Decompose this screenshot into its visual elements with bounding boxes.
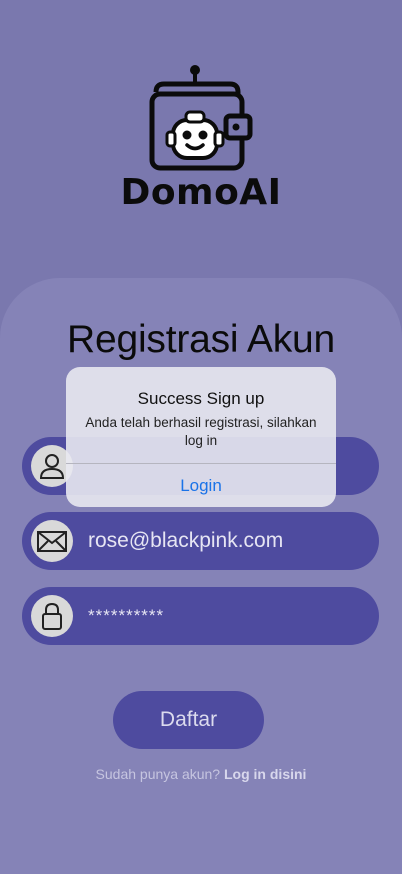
page-title: Registrasi Akun xyxy=(67,318,335,361)
login-prompt: Sudah punya akun? Log in disini xyxy=(0,766,402,782)
password-field[interactable]: ********** xyxy=(22,587,379,645)
alert-title: Success Sign up xyxy=(137,389,265,408)
register-button[interactable]: Daftar xyxy=(113,691,264,749)
lock-icon xyxy=(31,595,73,637)
mail-icon xyxy=(31,520,73,562)
alert-login-button[interactable]: Login xyxy=(66,464,336,507)
brand-name: DomoAI xyxy=(120,172,282,213)
email-field[interactable]: rose@blackpink.com xyxy=(22,512,379,570)
email-value: rose@blackpink.com xyxy=(88,529,284,552)
alert-message: Anda telah berhasil registrasi, silahkan… xyxy=(85,415,317,448)
success-alert: Success Sign up Anda telah berhasil regi… xyxy=(66,367,336,507)
robot-wallet-logo-icon xyxy=(149,65,253,171)
password-value: ********** xyxy=(88,606,165,625)
login-link[interactable]: Log in disini xyxy=(224,766,306,782)
login-prompt-text: Sudah punya akun? xyxy=(95,766,221,782)
logo: DomoAI xyxy=(0,62,402,213)
